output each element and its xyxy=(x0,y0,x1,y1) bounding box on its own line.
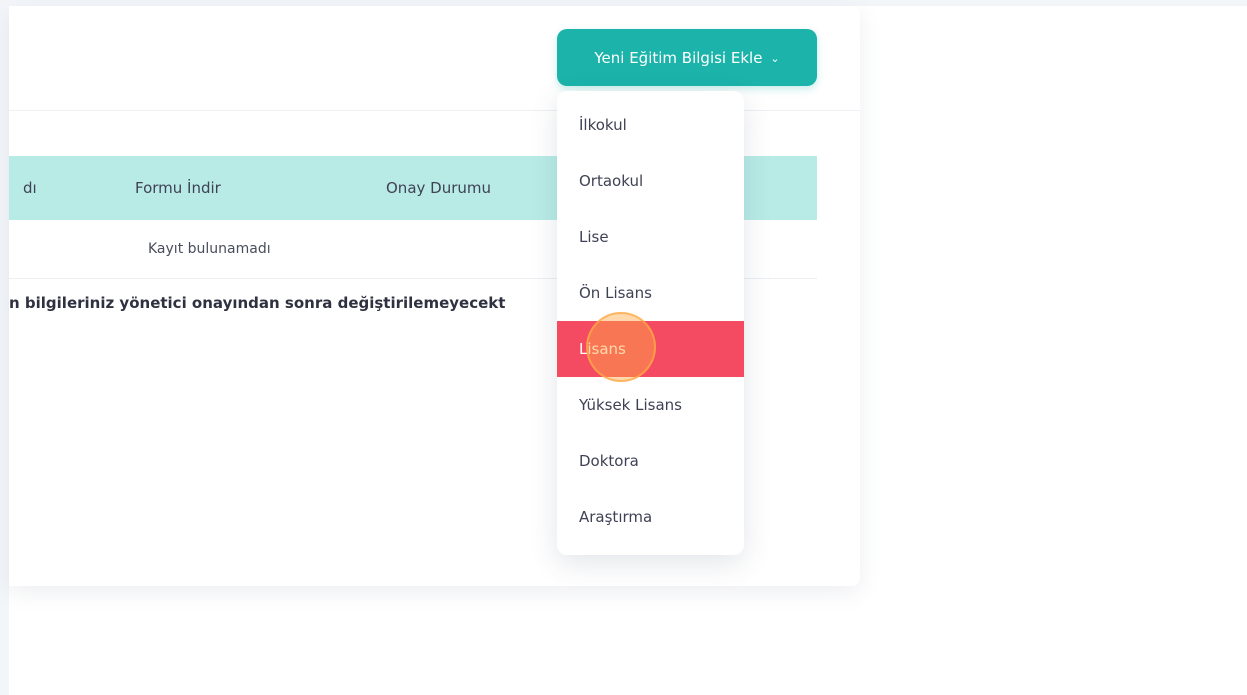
dropdown-item-ilkokul[interactable]: İlkokul xyxy=(557,97,744,153)
approval-notice: n bilgileriniz yönetici onayından sonra … xyxy=(9,294,506,312)
dropdown-item-on-lisans[interactable]: Ön Lisans xyxy=(557,265,744,321)
dropdown-item-label: Araştırma xyxy=(579,508,653,526)
dropdown-item-yuksek-lisans[interactable]: Yüksek Lisans xyxy=(557,377,744,433)
dropdown-item-label: Ön Lisans xyxy=(579,284,652,302)
dropdown-item-doktora[interactable]: Doktora xyxy=(557,433,744,489)
column-header-name: dı xyxy=(23,179,37,197)
add-education-button-label: Yeni Eğitim Bilgisi Ekle xyxy=(594,48,763,67)
add-education-button[interactable]: Yeni Eğitim Bilgisi Ekle ⌄ xyxy=(557,29,817,86)
column-header-download-form: Formu İndir xyxy=(135,179,221,197)
dropdown-item-lise[interactable]: Lise xyxy=(557,209,744,265)
dropdown-item-label: Lisans xyxy=(579,340,626,358)
dropdown-item-label: Yüksek Lisans xyxy=(579,396,682,414)
column-header-approval-status: Onay Durumu xyxy=(386,179,491,197)
empty-table-message: Kayıt bulunamadı xyxy=(148,241,271,257)
dropdown-item-label: Ortaokul xyxy=(579,172,644,190)
education-level-dropdown: İlkokul Ortaokul Lise Ön Lisans Lisans Y… xyxy=(557,91,744,555)
dropdown-item-lisans[interactable]: Lisans xyxy=(557,321,744,377)
dropdown-item-label: İlkokul xyxy=(579,116,627,134)
dropdown-item-arastirma[interactable]: Araştırma xyxy=(557,489,744,545)
dropdown-item-ortaokul[interactable]: Ortaokul xyxy=(557,153,744,209)
chevron-down-icon: ⌄ xyxy=(770,52,780,65)
dropdown-item-label: Lise xyxy=(579,228,609,246)
left-strip xyxy=(0,0,9,695)
dropdown-item-label: Doktora xyxy=(579,452,639,470)
page: Yeni Eğitim Bilgisi Ekle ⌄ dı Formu İndi… xyxy=(0,0,1247,695)
